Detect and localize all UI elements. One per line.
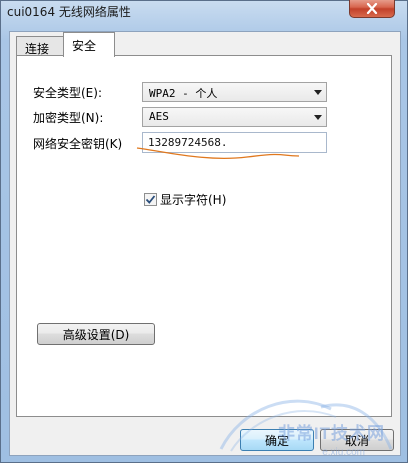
security-type-value: WPA2 - 个人: [149, 87, 218, 100]
chevron-down-icon: [314, 90, 322, 95]
security-panel: 安全类型(E): WPA2 - 个人 加密类型(N): AES 网络安全密钥(K…: [16, 55, 392, 417]
dialog-window: cui0164 无线网络属性 连接 安全 安全类型(E): WPA2 - 个人 …: [0, 0, 408, 463]
security-type-label: 安全类型(E):: [33, 86, 102, 100]
show-characters-option[interactable]: 显示字符(H): [144, 191, 226, 208]
network-key-input[interactable]: 13289724568.: [142, 132, 327, 153]
watermark-text: 非常IT技术网: [277, 424, 385, 443]
encryption-type-select[interactable]: AES: [142, 107, 327, 127]
encryption-type-value: AES: [149, 110, 169, 123]
security-type-select[interactable]: WPA2 - 个人: [142, 82, 327, 102]
watermark-subtext: e.xiu.com: [322, 447, 365, 458]
window-title: cui0164 无线网络属性: [7, 5, 131, 19]
show-characters-label: 显示字符(H): [160, 193, 227, 207]
close-button[interactable]: [349, 0, 395, 18]
checkmark-icon: [145, 195, 156, 204]
network-key-label: 网络安全密钥(K): [33, 137, 123, 151]
close-icon: [366, 2, 378, 14]
encryption-type-label: 加密类型(N):: [33, 111, 104, 125]
tab-connection[interactable]: 连接: [16, 36, 64, 56]
client-area: 连接 安全 安全类型(E): WPA2 - 个人 加密类型(N): AES 网络…: [9, 31, 401, 456]
show-characters-checkbox[interactable]: [144, 193, 157, 206]
tab-security[interactable]: 安全: [63, 32, 115, 57]
title-bar[interactable]: cui0164 无线网络属性: [1, 0, 407, 31]
chevron-down-icon: [314, 115, 322, 120]
advanced-settings-button[interactable]: 高级设置(D): [37, 323, 155, 345]
